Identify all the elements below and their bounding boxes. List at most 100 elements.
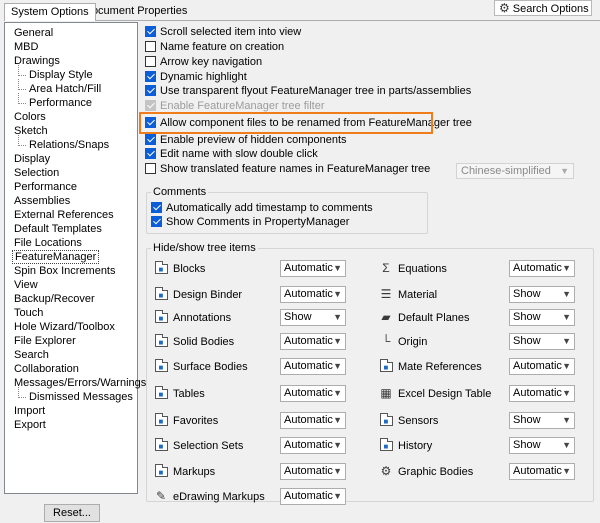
checkbox[interactable] — [145, 71, 156, 82]
tree-item[interactable]: Export — [5, 418, 137, 432]
visibility-select[interactable]: Show ▼ — [509, 412, 575, 429]
tab-system-options[interactable]: System Options — [4, 3, 96, 21]
tree-item-label: Hole Wizard/Toolbox — [14, 321, 115, 333]
gear-icon: ⚙ — [499, 1, 510, 15]
option-label: Name feature on creation — [160, 41, 285, 53]
option-row[interactable]: Arrow key navigation — [145, 55, 262, 69]
material-icon: ☰ — [380, 287, 392, 301]
visibility-select-value: Automatic — [513, 262, 562, 274]
tree-item[interactable]: External References — [5, 208, 137, 222]
visibility-select[interactable]: Automatic ▼ — [280, 412, 346, 429]
tree-item[interactable]: Touch — [5, 306, 137, 320]
tree-item-label: Import — [14, 405, 46, 417]
blocks-icon: ■ — [153, 260, 169, 275]
checkbox[interactable] — [145, 41, 156, 52]
chevron-down-icon: ▼ — [333, 491, 342, 501]
checkbox[interactable] — [145, 56, 156, 67]
tree-item[interactable]: File Explorer — [5, 334, 137, 348]
tree-item[interactable]: MBD — [5, 40, 137, 54]
reset-button[interactable]: Reset... — [44, 504, 100, 522]
origin-icon: └ — [381, 334, 391, 348]
tree-item[interactable]: Dismissed Messages — [5, 387, 137, 404]
tree-item[interactable]: Performance — [5, 180, 137, 194]
tree-item[interactable]: Selection — [5, 166, 137, 180]
visibility-select[interactable]: Show ▼ — [280, 309, 346, 326]
tree-item[interactable]: Colors — [5, 110, 137, 124]
chevron-down-icon: ▼ — [562, 440, 571, 450]
chevron-down-icon: ▼ — [333, 440, 342, 450]
tree-item[interactable]: Spin Box Increments — [5, 264, 137, 278]
option-row[interactable]: Show translated feature names in Feature… — [145, 162, 430, 176]
visibility-select-value: Automatic — [284, 262, 333, 274]
tree-item[interactable]: Backup/Recover — [5, 292, 137, 306]
visibility-select[interactable]: Show ▼ — [509, 437, 575, 454]
tree-item[interactable]: Default Templates — [5, 222, 137, 236]
tree-item-label: Collaboration — [14, 363, 79, 375]
hide-show-label: Annotations — [173, 312, 232, 324]
checkbox[interactable] — [145, 163, 156, 174]
option-row[interactable]: Dynamic highlight — [145, 70, 247, 84]
tree-item[interactable]: File Locations — [5, 236, 137, 250]
option-label: Edit name with slow double click — [160, 148, 318, 160]
hide-show-label: Surface Bodies — [173, 361, 248, 373]
visibility-select[interactable]: Automatic ▼ — [280, 385, 346, 402]
tree-item[interactable]: Search — [5, 348, 137, 362]
chevron-down-icon: ▼ — [562, 415, 571, 425]
visibility-select[interactable]: Automatic ▼ — [509, 463, 575, 480]
chevron-down-icon: ▼ — [333, 263, 342, 273]
options-tree[interactable]: General MBD Drawings Display Style Area Hatc… — [4, 22, 146, 494]
checkbox[interactable] — [145, 26, 156, 37]
checkbox[interactable] — [145, 134, 156, 145]
option-auto-timestamp[interactable]: Automatically add timestamp to comments — [151, 201, 373, 215]
visibility-select[interactable]: Automatic ▼ — [280, 260, 346, 277]
hide-show-label: Selection Sets — [173, 440, 244, 452]
visibility-select[interactable]: Show ▼ — [509, 333, 575, 350]
checkbox[interactable] — [145, 148, 156, 159]
visibility-select[interactable]: Automatic ▼ — [280, 286, 346, 303]
checkbox[interactable] — [151, 202, 162, 213]
tree-item[interactable]: Relations/Snaps — [5, 135, 137, 152]
checkbox[interactable] — [145, 85, 156, 96]
tree-item-label: Messages/Errors/Warnings — [14, 377, 147, 389]
visibility-select-value: Automatic — [513, 465, 562, 477]
option-row[interactable]: Scroll selected item into view — [145, 25, 301, 39]
visibility-select[interactable]: Automatic ▼ — [280, 463, 346, 480]
tree-item[interactable]: FeatureManager — [5, 250, 137, 264]
option-row[interactable]: Edit name with slow double click — [145, 147, 318, 161]
option-row[interactable]: Enable preview of hidden components — [145, 133, 347, 147]
hide-show-item: ☰ Material Show ▼ — [378, 286, 575, 304]
tree-item[interactable]: General — [5, 26, 137, 40]
hide-show-item: ■ Markups Automatic ▼ — [153, 463, 346, 481]
visibility-select-value: Automatic — [284, 288, 333, 300]
chevron-down-icon: ▼ — [562, 361, 571, 371]
visibility-select[interactable]: Automatic ▼ — [509, 260, 575, 277]
visibility-select-value: Automatic — [284, 465, 333, 477]
option-show-comments[interactable]: Show Comments in PropertyManager — [151, 215, 349, 229]
option-row[interactable]: Use transparent flyout FeatureManager tr… — [145, 84, 471, 98]
tree-item[interactable]: Assemblies — [5, 194, 137, 208]
tree-item[interactable]: Performance — [5, 93, 137, 110]
visibility-select[interactable]: Automatic ▼ — [509, 358, 575, 375]
checkbox[interactable] — [151, 216, 162, 227]
tables-icon: ■ — [153, 385, 169, 400]
tree-item-label: Spin Box Increments — [14, 265, 116, 277]
visibility-select-value: Automatic — [513, 387, 562, 399]
tree-item[interactable]: Hole Wizard/Toolbox — [5, 320, 137, 334]
tree-item[interactable]: Display — [5, 152, 137, 166]
visibility-select[interactable]: Automatic ▼ — [280, 488, 346, 505]
visibility-select[interactable]: Automatic ▼ — [280, 358, 346, 375]
option-label: Arrow key navigation — [160, 56, 263, 68]
search-options-button[interactable]: ⚙ Search Options — [494, 0, 592, 16]
tree-item[interactable]: View — [5, 278, 137, 292]
visibility-select[interactable]: Automatic ▼ — [280, 333, 346, 350]
tree-item-label: Selection — [14, 167, 60, 179]
option-row[interactable]: Name feature on creation — [145, 40, 284, 54]
option-label: Enable preview of hidden components — [160, 134, 347, 146]
visibility-select[interactable]: Automatic ▼ — [280, 437, 346, 454]
visibility-select[interactable]: Show ▼ — [509, 286, 575, 303]
visibility-select[interactable]: Show ▼ — [509, 309, 575, 326]
tree-item[interactable]: Collaboration — [5, 362, 137, 376]
visibility-select[interactable]: Automatic ▼ — [509, 385, 575, 402]
hide-show-item: ■ Tables Automatic ▼ — [153, 385, 346, 403]
tree-item[interactable]: Import — [5, 404, 137, 418]
